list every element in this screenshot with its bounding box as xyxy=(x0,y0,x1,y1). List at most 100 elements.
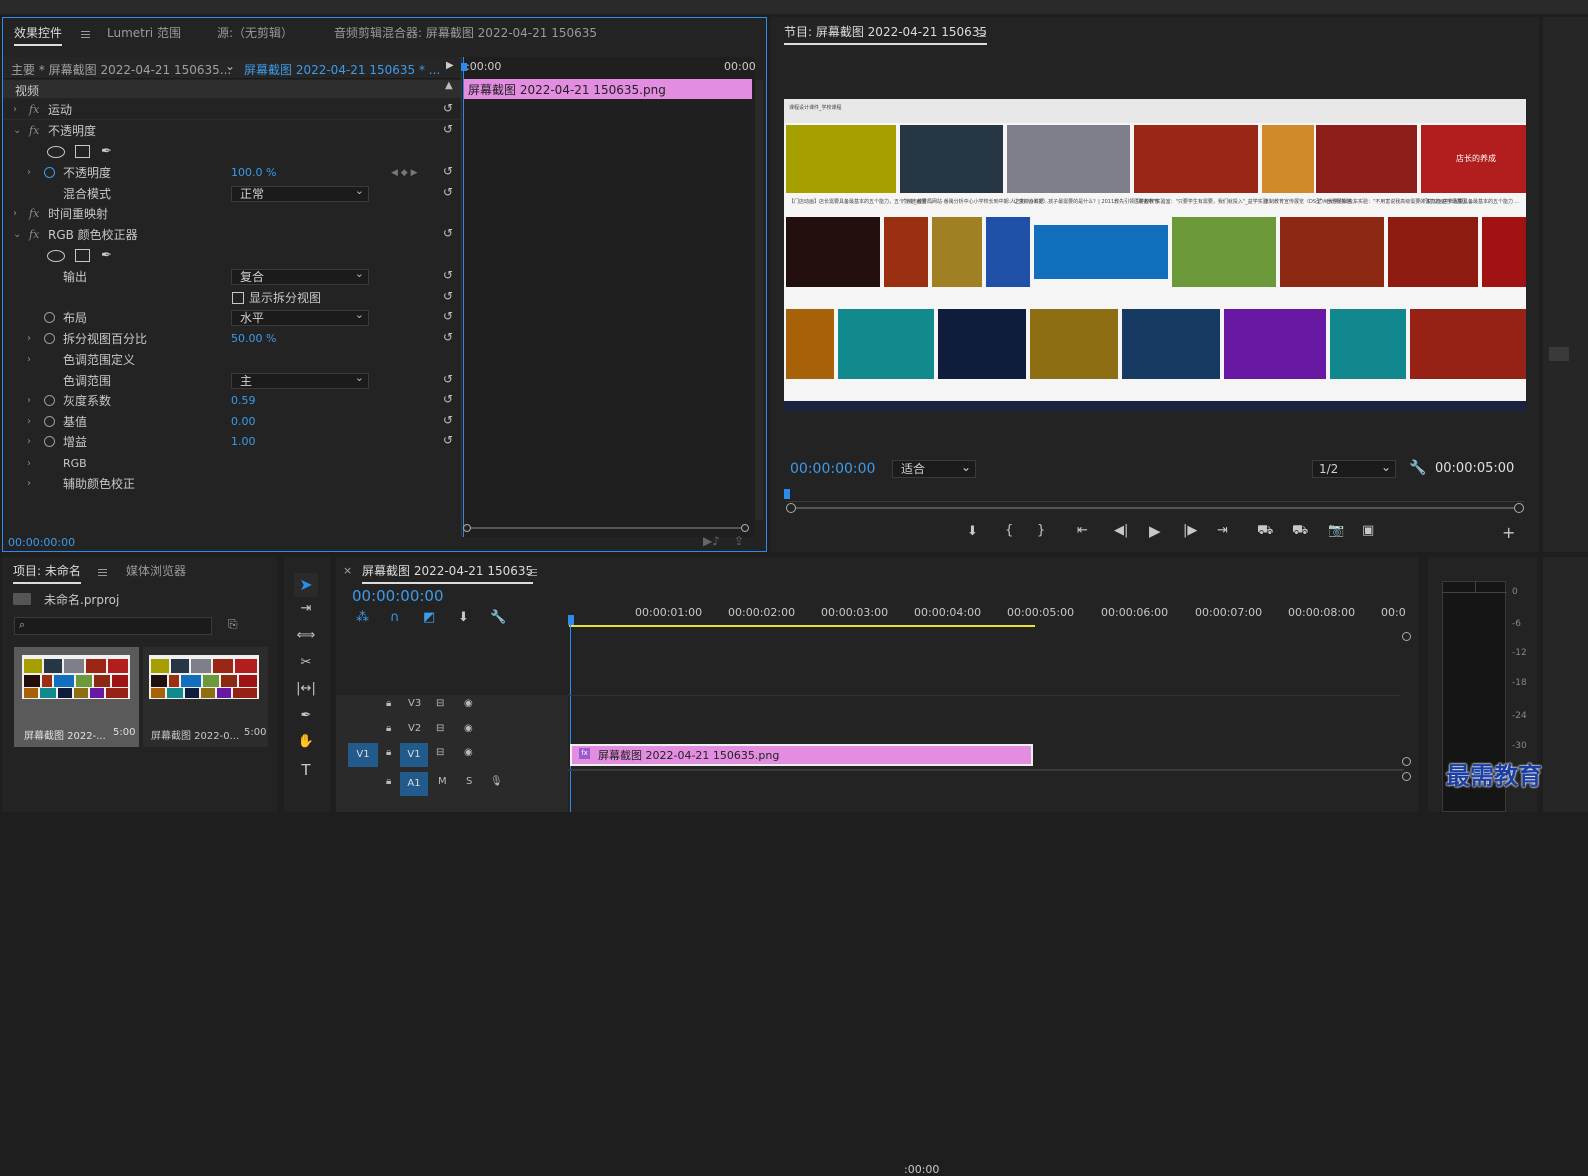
effect-timecode[interactable]: 00:00:00:00 xyxy=(8,536,75,549)
vertical-zoom-handle[interactable] xyxy=(1402,772,1411,781)
expand-arrow-icon[interactable]: › xyxy=(13,204,17,224)
timeline-sequence-tab[interactable]: 屏幕截图 2022-04-21 150635 xyxy=(362,562,534,584)
selection-tool-icon[interactable]: ➤ xyxy=(294,573,318,597)
sync-lock-icon[interactable]: ⊟ xyxy=(436,723,444,734)
collapse-up-icon[interactable]: ▲ xyxy=(445,80,453,91)
hand-tool-icon[interactable]: ✋ xyxy=(294,734,318,749)
reset-icon[interactable]: ↺ xyxy=(443,186,455,198)
stopwatch-icon[interactable] xyxy=(44,312,55,323)
effect-row-rgb-corrector[interactable]: ⌄ fx RGB 颜色校正器 ↺ xyxy=(7,225,461,245)
expand-arrow-icon[interactable]: › xyxy=(27,454,31,474)
go-to-in-icon[interactable]: ⇤ xyxy=(1077,523,1088,538)
add-marker-icon[interactable]: ⬇ xyxy=(967,524,978,539)
gamma-value[interactable]: 0.59 xyxy=(231,391,256,411)
expand-arrow-icon[interactable]: › xyxy=(27,412,31,432)
expand-arrow-icon[interactable]: › xyxy=(27,391,31,411)
effect-row-gamma[interactable]: › 灰度系数 0.59 ↺ xyxy=(7,391,461,411)
master-clip-label[interactable]: 主要 * 屏幕截图 2022-04-21 150635... xyxy=(11,61,231,78)
wrench-icon[interactable]: 🔧 xyxy=(1409,460,1426,476)
track-select-tool-icon[interactable]: ⇥ xyxy=(294,601,318,616)
rectangle-mask-icon[interactable] xyxy=(75,145,90,158)
keyframe-nav-icon[interactable]: ◀ ◆ ▶ xyxy=(391,163,418,183)
split-percent-value[interactable]: 50.00 % xyxy=(231,329,276,349)
step-back-icon[interactable]: ◀| xyxy=(1114,523,1128,538)
add-button-icon[interactable]: + xyxy=(1502,523,1515,542)
ripple-edit-tool-icon[interactable]: ⟺ xyxy=(294,628,318,643)
extract-icon[interactable]: ⛟ xyxy=(1292,523,1308,540)
fx-icon[interactable]: fx xyxy=(29,100,39,120)
reset-icon[interactable]: ↺ xyxy=(443,373,455,385)
fx-icon[interactable]: fx xyxy=(29,204,39,224)
right-scroll-thumb[interactable] xyxy=(1549,347,1569,361)
mute-button[interactable]: M xyxy=(438,776,447,787)
microphone-icon[interactable]: 🎙︎ xyxy=(490,776,503,787)
collapse-arrow-icon[interactable]: ⌄ xyxy=(13,121,21,141)
source-patch-v1[interactable]: V1 xyxy=(348,743,378,767)
reset-icon[interactable]: ↺ xyxy=(443,123,455,135)
compare-view-icon[interactable]: ▣ xyxy=(1362,523,1374,538)
playhead-marker[interactable] xyxy=(461,63,467,71)
timeline-playhead[interactable] xyxy=(568,615,574,625)
effect-row-secondary[interactable]: › 辅助颜色校正 xyxy=(7,474,461,494)
nest-icon[interactable]: ⁂ xyxy=(356,610,369,625)
rectangle-mask-icon[interactable] xyxy=(75,249,90,262)
play-triangle-icon[interactable]: ▶ xyxy=(446,60,454,71)
project-item[interactable]: 屏幕截图 2022-... 5:00 xyxy=(14,647,139,747)
chevron-down-icon[interactable]: ⌄ xyxy=(225,59,235,73)
lock-icon[interactable]: 🔒︎ xyxy=(386,747,391,758)
type-tool-icon[interactable]: T xyxy=(294,761,318,779)
collapse-arrow-icon[interactable]: ⌄ xyxy=(13,225,21,245)
fit-dropdown[interactable]: 适合 ⌄ xyxy=(892,460,976,478)
tab-effect-controls[interactable]: 效果控件 xyxy=(14,24,63,46)
work-area-bar[interactable] xyxy=(569,625,1035,627)
pen-mask-icon[interactable]: ✒ xyxy=(101,246,112,266)
effect-row-opacity[interactable]: ⌄ fx 不透明度 ↺ xyxy=(7,121,461,141)
program-timecode[interactable]: 00:00:00:00 xyxy=(790,461,875,477)
vertical-zoom-handle[interactable] xyxy=(1402,757,1411,766)
expand-arrow-icon[interactable]: › xyxy=(13,100,17,120)
eye-icon[interactable]: ◉ xyxy=(464,723,473,734)
program-time-ruler[interactable] xyxy=(786,487,1524,503)
timeline-timecode[interactable]: 00:00:00:00 xyxy=(352,587,444,605)
mark-out-icon[interactable]: } xyxy=(1037,523,1045,538)
new-bin-icon[interactable]: ⎘ xyxy=(228,617,238,632)
reset-icon[interactable]: ↺ xyxy=(443,434,455,446)
play-audio-icon[interactable]: ▶♪ xyxy=(703,534,720,548)
effect-row-tonal-range-def[interactable]: › 色调范围定义 xyxy=(7,350,461,370)
export-icon[interactable]: ⇪ xyxy=(734,534,744,548)
stopwatch-icon[interactable] xyxy=(44,436,55,447)
fx-icon[interactable]: fx xyxy=(29,121,39,141)
ellipse-mask-icon[interactable] xyxy=(47,250,65,262)
track-target-v1[interactable]: V1 xyxy=(400,743,428,767)
expand-arrow-icon[interactable]: › xyxy=(27,329,31,349)
step-forward-icon[interactable]: |▶ xyxy=(1183,523,1197,538)
lock-icon[interactable]: 🔒︎ xyxy=(386,723,391,734)
tab-lumetri-scopes[interactable]: Lumetri 范围 xyxy=(107,24,181,41)
reset-icon[interactable]: ↺ xyxy=(443,331,455,343)
expand-arrow-icon[interactable]: › xyxy=(27,432,31,452)
program-playhead[interactable] xyxy=(784,489,790,499)
program-monitor-title[interactable]: 节目: 屏幕截图 2022-04-21 150635 xyxy=(784,23,988,45)
track-target-a1[interactable]: A1 xyxy=(400,772,428,796)
layout-dropdown[interactable]: 水平 xyxy=(231,308,369,326)
go-to-out-icon[interactable]: ⇥ xyxy=(1217,523,1228,538)
sync-lock-icon[interactable]: ⊟ xyxy=(436,698,444,709)
effect-zoom-scrollbar[interactable] xyxy=(463,524,751,532)
reset-icon[interactable]: ↺ xyxy=(443,165,455,177)
expand-arrow-icon[interactable]: › xyxy=(27,163,31,183)
stopwatch-icon[interactable] xyxy=(44,167,55,178)
eye-icon[interactable]: ◉ xyxy=(464,747,473,758)
pen-tool-icon[interactable]: ✒ xyxy=(294,708,318,723)
slip-tool-icon[interactable]: |↔| xyxy=(294,681,318,696)
split-view-checkbox[interactable] xyxy=(232,292,244,304)
effect-row-motion[interactable]: › fx 运动 ↺ xyxy=(7,100,461,120)
effect-timeline[interactable]: :00:00 00:00 屏幕截图 2022-04-21 150635.png xyxy=(461,57,756,537)
close-icon[interactable]: × xyxy=(343,564,352,577)
lock-icon[interactable]: 🔒︎ xyxy=(386,698,391,709)
sequence-clip-label[interactable]: 屏幕截图 2022-04-21 150635 * ... xyxy=(244,61,440,78)
output-dropdown[interactable]: 复合 xyxy=(231,267,369,285)
tab-audio-clip-mixer[interactable]: 音频剪辑混合器: 屏幕截图 2022-04-21 150635 xyxy=(334,24,597,41)
pen-mask-icon[interactable]: ✒ xyxy=(101,142,112,162)
linked-selection-icon[interactable]: ◩ xyxy=(423,610,435,625)
vertical-zoom-handle[interactable] xyxy=(1402,632,1411,641)
